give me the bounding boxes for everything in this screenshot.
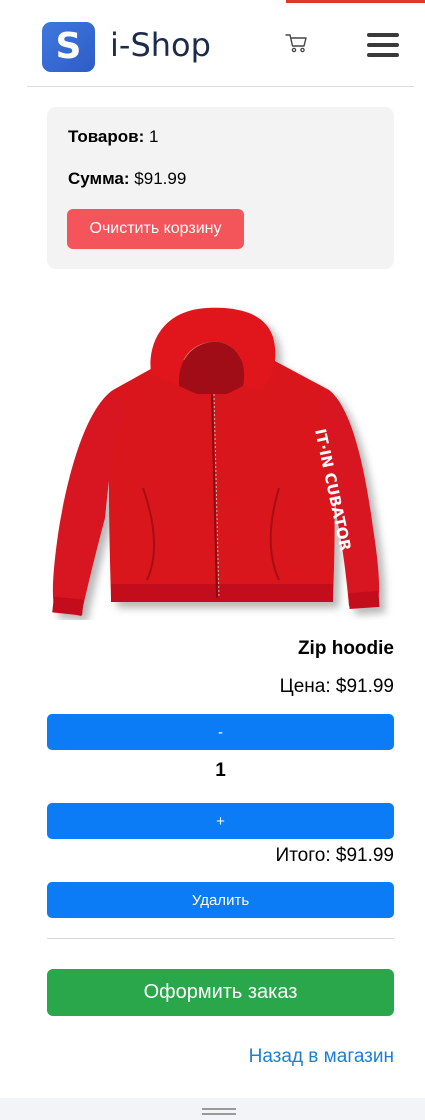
cart-icon[interactable] xyxy=(284,30,310,56)
sum-value: $91.99 xyxy=(134,169,187,188)
items-count-label: Товаров: xyxy=(68,127,145,146)
product-price: Цена: $91.99 xyxy=(279,676,394,697)
clear-cart-button[interactable]: Очистить корзину xyxy=(67,209,244,249)
brand-name[interactable]: i-Shop xyxy=(110,22,211,68)
product-name: Zip hoodie xyxy=(297,638,394,659)
sum-label: Сумма: xyxy=(68,169,130,188)
increment-button[interactable]: + xyxy=(47,803,394,839)
drag-handle-icon[interactable] xyxy=(202,1108,236,1118)
sum-row: Сумма: $91.99 xyxy=(68,169,186,189)
hamburger-menu-icon[interactable] xyxy=(367,33,399,57)
cart-summary: Товаров: 1 Сумма: $91.99 Очистить корзин… xyxy=(47,107,394,269)
logo-letter: S xyxy=(55,26,82,67)
logo[interactable]: S xyxy=(42,22,95,72)
checkout-button[interactable]: Оформить заказ xyxy=(47,969,394,1016)
items-count-value: 1 xyxy=(149,127,159,146)
bottom-bar xyxy=(0,1098,425,1120)
remove-button[interactable]: Удалить xyxy=(47,882,394,918)
product-image: IT·IN CUBATOR xyxy=(47,298,394,620)
items-count-row: Товаров: 1 xyxy=(68,127,158,147)
decrement-button[interactable]: - xyxy=(47,714,394,750)
site-header: S i-Shop xyxy=(27,0,414,87)
quantity-value: 1 xyxy=(215,760,226,781)
back-to-shop-link[interactable]: Назад в магазин xyxy=(249,1046,394,1068)
divider xyxy=(47,938,394,939)
line-total: Итого: $91.99 xyxy=(275,845,394,866)
